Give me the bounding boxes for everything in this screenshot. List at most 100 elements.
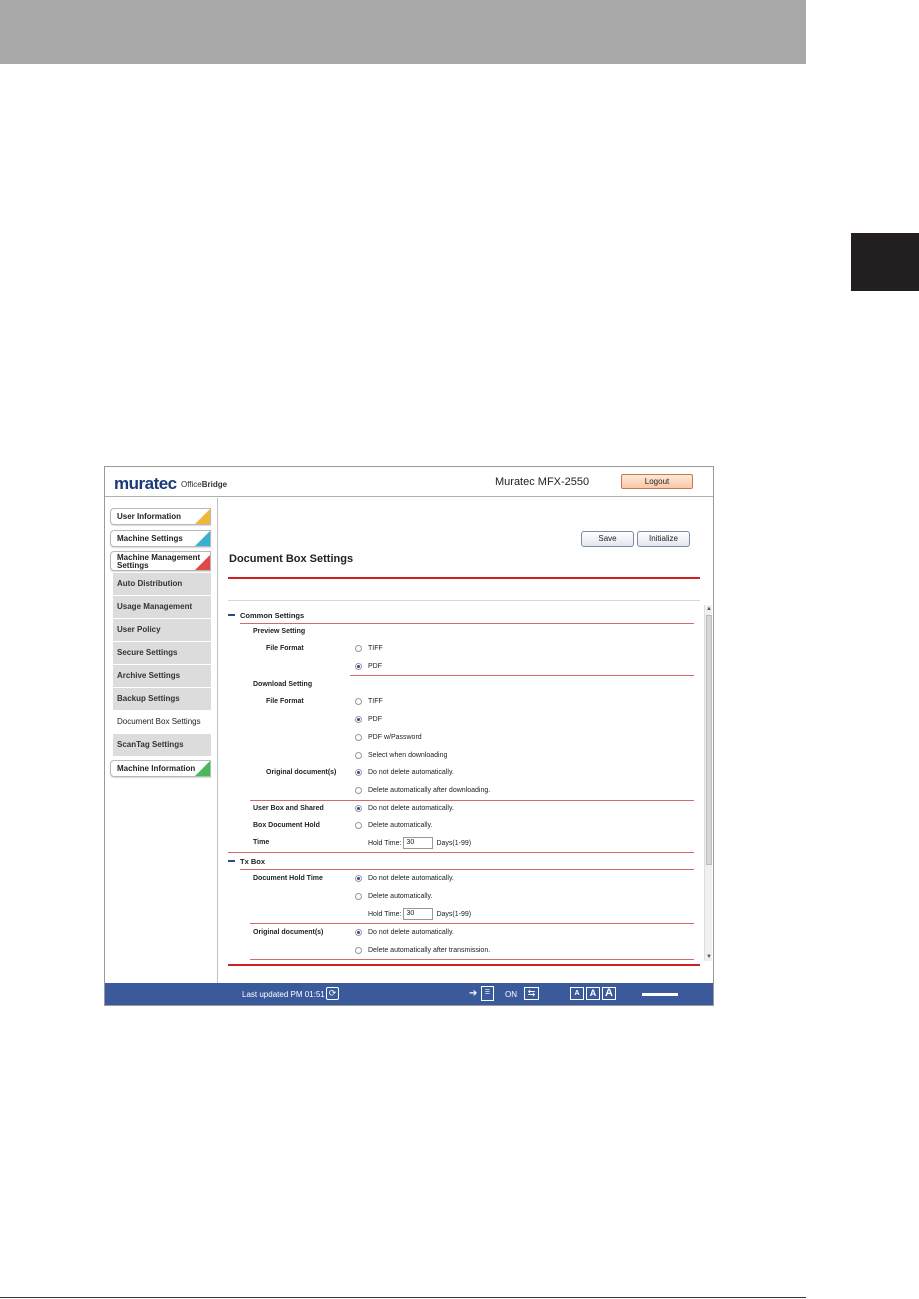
zoom-bar[interactable] — [642, 993, 678, 996]
hold-time-label: Hold Time: — [368, 839, 402, 847]
logout-button[interactable]: Logout — [621, 474, 693, 489]
model-name: Muratec MFX-2550 — [495, 476, 590, 488]
download-setting-row: Download Setting — [228, 677, 694, 694]
download-format-select-row: Select when downloading — [228, 748, 694, 765]
sidebar-item-label: User Information — [117, 512, 182, 521]
radio-preview-pdf[interactable] — [355, 663, 362, 670]
user-box-delete-row: Box Document Hold Delete automatically. — [228, 818, 694, 835]
machine-status-icon: ☰ — [481, 986, 494, 1001]
sub-item-user-policy[interactable]: User Policy — [113, 619, 211, 642]
hold-time-label: Hold Time: — [368, 910, 402, 918]
field-label: Document Hold Time — [253, 875, 323, 882]
radio-original-keep[interactable] — [355, 769, 362, 776]
vertical-scrollbar[interactable]: ▲ ▼ — [704, 605, 712, 961]
radio-download-pdf-password[interactable] — [355, 734, 362, 741]
divider — [250, 923, 694, 924]
user-box-keep-row: User Box and Shared Do not delete automa… — [228, 801, 694, 818]
user-box-hold-time-row: Time Hold Time: 30 Days(1-99) — [228, 835, 694, 852]
status-bar: Last updated PM 01:51 ⟳ ➔ ☰ ON ⇆ A A A — [105, 983, 713, 1005]
corner-tab-icon — [195, 531, 210, 546]
refresh-icon[interactable]: ⟳ — [326, 987, 339, 1000]
hold-time-group: Hold Time: 30 Days(1-99) — [368, 908, 471, 920]
radio-original-delete[interactable] — [355, 787, 362, 794]
save-button[interactable]: Save — [581, 531, 634, 547]
section-tx-box[interactable]: Tx Box — [228, 853, 694, 870]
original-docs-delete-row: Delete automatically after downloading. — [228, 783, 694, 800]
corner-tab-icon — [195, 761, 210, 776]
tx-hold-time-input[interactable]: 30 — [403, 908, 434, 920]
chapter-tab — [851, 233, 919, 291]
radio-tx-delete[interactable] — [355, 893, 362, 900]
font-size-large-button[interactable]: A — [602, 987, 616, 1000]
preview-format-tiff-row: File Format TIFF — [228, 641, 694, 658]
initialize-button[interactable]: Initialize — [637, 531, 690, 547]
app-header: muratec OfficeBridge Muratec MFX-2550 Lo… — [105, 467, 713, 497]
bottom-divider — [228, 964, 700, 966]
radio-label: Delete automatically after downloading. — [368, 787, 491, 794]
section-label: Tx Box — [240, 857, 266, 866]
on-label: ON — [505, 990, 517, 999]
section-common-settings[interactable]: Common Settings — [228, 607, 694, 624]
font-size-medium-button[interactable]: A — [586, 987, 600, 1000]
divider — [250, 959, 694, 960]
radio-label: PDF w/Password — [368, 734, 422, 741]
title-divider — [228, 577, 700, 579]
radio-label: PDF — [368, 716, 382, 723]
font-size-small-button[interactable]: A — [570, 987, 584, 1000]
divider — [240, 869, 694, 870]
sidebar-item-user-information[interactable]: User Information — [110, 508, 211, 525]
field-label: Original document(s) — [253, 929, 324, 936]
sub-item-auto-distribution[interactable]: Auto Distribution — [113, 573, 211, 596]
sub-item-document-box-settings[interactable]: Document Box Settings — [113, 711, 211, 734]
main-content: Save Initialize Document Box Settings Co… — [219, 498, 713, 983]
corner-tab-icon — [195, 555, 210, 570]
sidebar-item-label: Machine Settings — [117, 534, 183, 543]
scroll-down-icon[interactable]: ▼ — [705, 953, 713, 961]
sidebar-item-label: Machine Management Settings — [117, 553, 201, 570]
radio-label: Do not delete automatically. — [368, 769, 454, 776]
field-label: Preview Setting — [253, 628, 306, 635]
radio-tx-keep[interactable] — [355, 875, 362, 882]
radio-preview-tiff[interactable] — [355, 645, 362, 652]
muratec-logo: muratec — [114, 474, 177, 493]
radio-label: Do not delete automatically. — [368, 805, 454, 812]
radio-tx-original-delete[interactable] — [355, 947, 362, 954]
sub-item-secure-settings[interactable]: Secure Settings — [113, 642, 211, 665]
sidebar-item-machine-management-settings[interactable]: Machine Management Settings — [110, 551, 211, 571]
radio-download-tiff[interactable] — [355, 698, 362, 705]
download-format-pdf-password-row: PDF w/Password — [228, 730, 694, 747]
field-label: Box Document Hold — [253, 822, 320, 829]
sub-item-archive-settings[interactable]: Archive Settings — [113, 665, 211, 688]
scroll-thumb[interactable] — [706, 615, 712, 865]
radio-download-pdf[interactable] — [355, 716, 362, 723]
radio-tx-original-keep[interactable] — [355, 929, 362, 936]
swap-icon[interactable]: ⇆ — [524, 987, 539, 1000]
scroll-up-icon[interactable]: ▲ — [705, 605, 713, 613]
last-updated-text: Last updated PM 01:51 — [242, 990, 325, 999]
settings-form: Common Settings Preview Setting File For… — [228, 605, 713, 961]
field-label: File Format — [266, 698, 304, 705]
preview-format-pdf-row: PDF — [228, 659, 694, 676]
field-label: User Box and Shared — [253, 805, 324, 812]
hold-time-input[interactable]: 30 — [403, 837, 434, 849]
sidebar-item-machine-settings[interactable]: Machine Settings — [110, 530, 211, 547]
page-footer-rule — [0, 1297, 806, 1298]
radio-label: TIFF — [368, 645, 383, 652]
sub-item-usage-management[interactable]: Usage Management — [113, 596, 211, 619]
officebridge-logo: OfficeBridge — [181, 480, 228, 489]
sub-item-backup-settings[interactable]: Backup Settings — [113, 688, 211, 711]
radio-userbox-delete[interactable] — [355, 822, 362, 829]
field-label: File Format — [266, 645, 304, 652]
page-title: Document Box Settings — [229, 553, 354, 565]
sub-item-scantag-settings[interactable]: ScanTag Settings — [113, 734, 211, 757]
arrow-right-icon: ➔ — [469, 988, 478, 999]
section-label: Common Settings — [240, 611, 305, 620]
tx-hold-time-row: Hold Time: 30 Days(1-99) — [228, 906, 694, 923]
radio-label: Delete automatically. — [368, 822, 433, 829]
collapse-icon[interactable] — [228, 614, 235, 616]
collapse-icon[interactable] — [228, 860, 235, 862]
sidebar-item-machine-information[interactable]: Machine Information — [110, 760, 211, 777]
radio-userbox-keep[interactable] — [355, 805, 362, 812]
days-range-label: Days(1-99) — [436, 910, 472, 918]
radio-download-select[interactable] — [355, 752, 362, 759]
